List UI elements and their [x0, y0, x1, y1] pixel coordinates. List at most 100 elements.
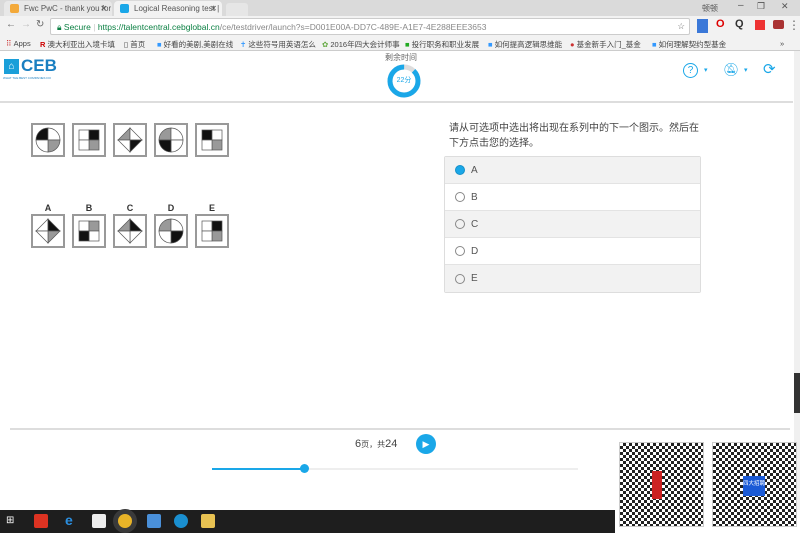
quadrant [117, 230, 131, 244]
answer-figure [72, 214, 106, 248]
option-d[interactable]: D [445, 238, 700, 265]
help-dropdown-icon[interactable]: ▾ [704, 66, 708, 74]
radio-button[interactable] [455, 246, 465, 256]
lock-icon: 🔒︎ [57, 22, 62, 32]
tab-logical-reasoning[interactable]: Logical Reasoning test | ✕ [114, 1, 222, 16]
quadrant [117, 218, 131, 232]
store-icon[interactable] [92, 514, 106, 528]
forward-button[interactable]: → [21, 19, 31, 30]
sound-dropdown-icon[interactable]: ▾ [744, 66, 748, 74]
restore-button[interactable]: ❐ [757, 1, 765, 12]
opera-extension-icon[interactable]: O [716, 18, 725, 30]
diamond-figure [117, 127, 143, 153]
square-figure [78, 220, 100, 242]
bookmarks-bar: ⠿ Apps R 澳大利亚出入境卡填 ▯ 首页 ■ 好看的美剧,美剧在线 ✝ 这… [0, 37, 800, 51]
bookmark-item[interactable]: ▯ 首页 [124, 39, 145, 50]
option-b[interactable]: B [445, 184, 700, 211]
bookmark-item[interactable]: R 澳大利亚出入境卡填 [40, 39, 115, 50]
bookmark-item[interactable]: ■ 好看的美剧,美剧在线 [157, 39, 233, 50]
url-path: /ce/testdriver/launch?s=D001E00A-DD7C-48… [219, 22, 487, 32]
bookmark-item[interactable]: ✿ 2016年四大会计师事 [322, 39, 400, 50]
quadrant [201, 129, 213, 141]
series-figure [154, 123, 188, 157]
bookmark-item[interactable]: ■ 如何理解契约型基金 [652, 39, 726, 50]
quadrant [211, 220, 223, 232]
back-button[interactable]: ← [6, 19, 16, 30]
circle-figure [35, 127, 61, 153]
option-e[interactable]: E [445, 265, 700, 292]
extension-icon[interactable]: Q [735, 18, 744, 30]
app-k-icon[interactable] [174, 514, 188, 528]
option-c[interactable]: C [445, 211, 700, 238]
next-button[interactable]: ▶ [416, 434, 436, 454]
close-tab-icon[interactable]: ✕ [210, 4, 217, 13]
square-figure [78, 129, 100, 151]
option-label: D [471, 245, 479, 257]
answer-label: E [208, 203, 215, 213]
series-figure [113, 123, 147, 157]
answer-figure [195, 214, 229, 248]
sound-off-icon[interactable]: 🔕︎ [723, 62, 740, 78]
quadrant [88, 139, 100, 151]
bookmark-item[interactable]: ● 基金新手入门_基金 [570, 39, 641, 50]
bookmark-item[interactable]: ■ 投行职务和职业发展 [405, 39, 479, 50]
answer-label: B [85, 203, 93, 213]
bookmark-star-icon[interactable]: ☆ [677, 21, 685, 32]
answer-label: C [126, 203, 134, 213]
diamond-figure [117, 218, 143, 244]
option-label: B [471, 191, 478, 203]
menu-icon[interactable]: ⋮ [788, 18, 800, 32]
quadrant [117, 139, 131, 153]
bookmark-item[interactable]: ■ 如何提高逻辑思维能 [488, 39, 562, 50]
start-icon[interactable]: ⊞ [6, 515, 14, 526]
file-explorer-icon[interactable] [201, 514, 215, 528]
circle-figure [158, 218, 184, 244]
page-header: ⌂ CEB WHAT THE BEST COMPANIES DO 剩余时间 22… [0, 51, 793, 103]
chrome-icon[interactable] [118, 514, 132, 528]
logo: CEB [21, 56, 57, 75]
quadrant [117, 127, 131, 141]
bookmark-item[interactable]: ✝ 这些符号用英语怎么 [240, 39, 316, 50]
radio-button[interactable] [455, 273, 465, 284]
option-a[interactable]: A [445, 157, 700, 184]
radio-button[interactable] [455, 165, 465, 175]
more-bookmarks-icon[interactable]: » [780, 39, 784, 48]
quadrant [201, 139, 213, 151]
quadrant [211, 139, 223, 151]
quadrant [88, 129, 100, 141]
minimize-button[interactable]: – [738, 0, 744, 11]
help-icon[interactable]: ? [683, 63, 698, 78]
quadrant [158, 218, 172, 232]
option-label: C [471, 218, 479, 230]
radio-button[interactable] [455, 192, 465, 202]
reload-button[interactable]: ↻ [36, 19, 44, 30]
exit-icon[interactable]: ⟳ [763, 60, 776, 78]
secure-label: Secure [63, 22, 91, 32]
url-bar[interactable]: 🔒︎ Secure | https://talentcentral.cebglo… [50, 18, 690, 35]
answer-figure [154, 214, 188, 248]
url-host: https://talentcentral.cebglobal.cn [97, 22, 220, 32]
close-window-button[interactable]: ✕ [781, 1, 789, 12]
quadrant [170, 127, 184, 141]
close-tab-icon[interactable]: ✕ [100, 4, 107, 13]
radio-button[interactable] [455, 219, 465, 229]
circle-figure [158, 127, 184, 153]
edge-icon[interactable]: e [65, 512, 73, 528]
tab-pwc[interactable]: Fwc PwC - thank you for ✕ [4, 1, 112, 16]
quadrant [88, 230, 100, 242]
logo-tagline: WHAT THE BEST COMPANIES DO [3, 76, 51, 80]
app-icon[interactable] [147, 514, 161, 528]
extension-icon[interactable] [773, 20, 784, 29]
extension-icon[interactable] [697, 19, 708, 33]
pwc-favicon-icon [10, 4, 19, 13]
app-icon[interactable] [34, 514, 48, 528]
answer-figure [113, 214, 147, 248]
quadrant [170, 139, 184, 153]
extension-icon[interactable] [755, 20, 765, 30]
series-figure [195, 123, 229, 157]
answer-label: A [44, 203, 52, 213]
quadrant [158, 127, 172, 141]
new-tab-button[interactable] [226, 3, 248, 16]
bookmark-apps[interactable]: ⠿ Apps [6, 39, 31, 48]
quadrant [129, 127, 143, 141]
